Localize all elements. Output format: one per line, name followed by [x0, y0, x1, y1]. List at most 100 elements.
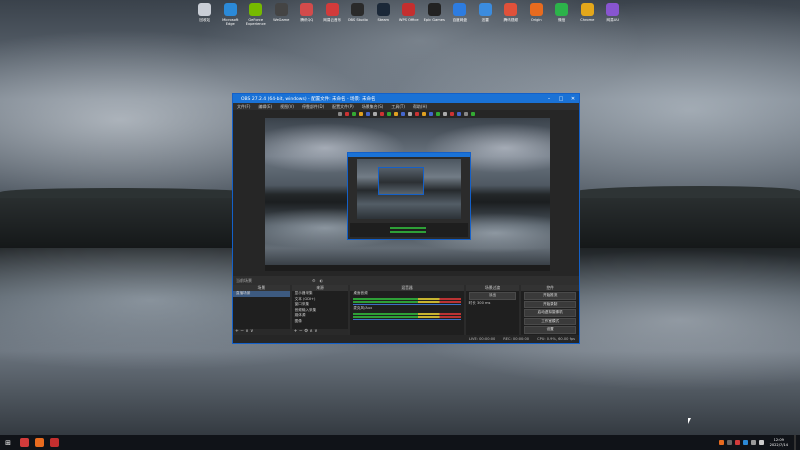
show-desktop-button[interactable] [794, 435, 796, 450]
toolbar-app-icon[interactable] [400, 112, 405, 116]
volume-slider[interactable] [353, 303, 461, 305]
transition-duration[interactable]: 时长 300 ms [466, 301, 520, 307]
desktop-shortcut[interactable]: Origin [524, 0, 550, 30]
taskbar-apps [14, 438, 59, 447]
toolbar-app-icon[interactable] [449, 112, 454, 116]
toolbar-app-icon[interactable] [428, 112, 433, 116]
toolbar-app-icon[interactable] [337, 112, 342, 116]
toolbar-app-icon[interactable] [365, 112, 370, 116]
preview-taskbar [265, 265, 550, 271]
source-item[interactable]: 图像 [292, 319, 349, 325]
virtual-camera-button[interactable]: 启动虚拟摄像机 [524, 309, 577, 317]
desktop-shortcut-label: WPS Office [398, 18, 419, 22]
toolbar-app-icon[interactable] [470, 112, 475, 116]
toolbar-app-icon[interactable] [386, 112, 391, 116]
toolbar-app-icon[interactable] [407, 112, 412, 116]
app-icon [274, 3, 288, 16]
desktop-shortcut[interactable]: 腾讯视频 [498, 0, 524, 30]
desktop-shortcut-label: Microsoft Edge [222, 18, 239, 26]
start-streaming-button[interactable]: 开始推流 [524, 292, 577, 300]
tray-icon[interactable] [734, 440, 740, 445]
desktop-shortcut-label: 回收站 [199, 18, 211, 22]
tray-icon[interactable] [742, 440, 748, 445]
gear-icon[interactable]: ⚙ [312, 278, 316, 283]
desktop-shortcut-label: 迅雷 [481, 18, 489, 22]
tray-icon[interactable] [758, 440, 764, 445]
mixer-track-label: 麦克风/Aux [353, 306, 373, 310]
transition-select[interactable]: 淡出 [468, 292, 517, 300]
desktop-shortcut[interactable]: Epic Games [422, 0, 448, 30]
toolbar-app-icon[interactable] [358, 112, 363, 116]
taskbar-clock[interactable]: 12:09 2022/7/14 [770, 438, 788, 446]
taskbar-app-icon[interactable] [35, 438, 44, 447]
filter-icon[interactable]: ◐ [320, 278, 324, 283]
menu-view[interactable]: 视图(V) [276, 104, 298, 110]
desktop-shortcut[interactable]: 网易UU [600, 0, 626, 30]
tray-icon[interactable] [718, 440, 724, 445]
menu-edit[interactable]: 编辑(E) [254, 104, 276, 110]
toolbar-app-icon[interactable] [463, 112, 468, 116]
app-icon [325, 3, 339, 16]
minimize-icon[interactable]: – [543, 96, 555, 102]
toolbar-app-icon[interactable] [344, 112, 349, 116]
duration-label: 时长 [468, 300, 476, 305]
settings-button[interactable]: 设置 [524, 326, 577, 334]
close-icon[interactable]: ✕ [567, 96, 579, 102]
toolbar-app-icon[interactable] [372, 112, 377, 116]
toolbar-app-icon[interactable] [456, 112, 461, 116]
obs-titlebar[interactable]: OBS 27.2.4 (64-bit, windows) - 配置文件: 未命名… [233, 94, 579, 103]
desktop-shortcut[interactable]: WeGame [269, 0, 295, 30]
sources-dock: 来源 显示器采集 文本 (GDI+) 窗口采集 音频输入采集 媒体源 图像 + … [291, 285, 349, 335]
desktop-shortcut[interactable]: 网易云音乐 [320, 0, 346, 30]
studio-mode-button[interactable]: 工作室模式 [524, 317, 577, 325]
mouse-cursor-icon [688, 418, 691, 424]
preview-canvas[interactable] [265, 118, 550, 271]
toolbar-app-icon[interactable] [379, 112, 384, 116]
start-recording-button[interactable]: 开始录制 [524, 300, 577, 308]
scene-item[interactable]: 直播场景 [233, 291, 290, 297]
windows-start-icon[interactable]: ⊞ [2, 437, 14, 449]
desktop-shortcut-label: 微信 [558, 18, 566, 22]
desktop-shortcut[interactable]: 回收站 [192, 0, 218, 30]
desktop-shortcut[interactable]: WPS Office [396, 0, 422, 30]
tray-icon[interactable] [726, 440, 732, 445]
app-icon [402, 3, 416, 16]
desktop-shortcut[interactable]: GeForce Experience [243, 0, 269, 30]
tray-icon[interactable] [750, 440, 756, 445]
desktop-shortcut[interactable]: OBS Studio [345, 0, 371, 30]
maximize-icon[interactable]: □ [555, 96, 567, 102]
toolbar-app-icon[interactable] [414, 112, 419, 116]
toolbar-app-icon[interactable] [351, 112, 356, 116]
menu-file[interactable]: 文件(F) [233, 104, 254, 110]
desktop-shortcut[interactable]: Chrome [575, 0, 601, 30]
desktop-shortcut-label: 腾讯视频 [503, 18, 518, 22]
volume-slider[interactable] [353, 318, 461, 320]
desktop-shortcut[interactable]: 百度网盘 [447, 0, 473, 30]
menu-profile[interactable]: 配置文件(P) [328, 104, 358, 110]
menu-scene-collection[interactable]: 场景集合(S) [358, 104, 388, 110]
status-bar: LIVE: 00:00:00 REC: 00:00:00 CPU: 0.9%, … [233, 335, 579, 343]
taskbar-app-icon[interactable] [20, 438, 29, 447]
audio-meter [353, 312, 461, 315]
desktop-shortcut[interactable]: 迅雷 [473, 0, 499, 30]
menu-help[interactable]: 帮助(H) [409, 104, 431, 110]
preview-toolbar [233, 110, 579, 118]
desktop-shortcut-label: OBS Studio [347, 18, 368, 22]
desktop-shortcut[interactable]: Microsoft Edge [218, 0, 244, 30]
taskbar-app-icon[interactable] [50, 438, 59, 447]
toolbar-app-icon[interactable] [435, 112, 440, 116]
menu-docks[interactable]: 停靠部件(D) [298, 104, 328, 110]
desktop-shortcut[interactable]: 微信 [549, 0, 575, 30]
toolbar-app-icon[interactable] [442, 112, 447, 116]
mixer-dock: 混音器 桌面音频 麦克风/Aux [350, 285, 464, 335]
app-icon [529, 3, 543, 16]
transitions-dock-title: 场景过渡 [465, 285, 520, 291]
obs-window[interactable]: OBS 27.2.4 (64-bit, windows) - 配置文件: 未命名… [232, 93, 580, 344]
desktop-shortcut[interactable]: Steam [371, 0, 397, 30]
toolbar-app-icon[interactable] [421, 112, 426, 116]
desktop-shortcut[interactable]: 腾讯QQ [294, 0, 320, 30]
menu-tools[interactable]: 工具(T) [387, 104, 409, 110]
obs-title: OBS 27.2.4 (64-bit, windows) - 配置文件: 未命名… [241, 96, 376, 102]
taskbar: ⊞ 12:09 2022/7/14 [0, 435, 800, 450]
toolbar-app-icon[interactable] [393, 112, 398, 116]
